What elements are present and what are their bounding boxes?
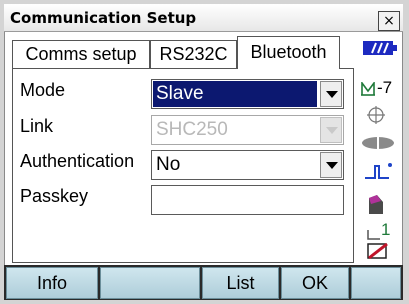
crosshair-icon — [367, 106, 385, 124]
status-sidebar: -7 1 — [357, 36, 401, 263]
prism-icon — [362, 136, 394, 150]
tab-bluetooth[interactable]: Bluetooth — [237, 36, 340, 69]
authentication-dropdown-button[interactable] — [320, 152, 342, 178]
list-softkey[interactable]: List — [202, 267, 279, 299]
memory-value: 1 — [381, 220, 391, 239]
memory-icon — [367, 230, 380, 240]
mode-dropdown-button[interactable] — [320, 81, 342, 107]
blank-softkey-1[interactable] — [100, 267, 200, 299]
info-softkey[interactable]: Info — [6, 267, 98, 299]
tab-strip: Comms setup RS232C Bluetooth — [12, 36, 354, 69]
tilt-icon — [361, 82, 375, 96]
edit-icon — [367, 242, 388, 260]
authentication-value: No — [156, 154, 181, 175]
ok-softkey[interactable]: OK — [281, 267, 349, 299]
link-value: SHC250 — [156, 119, 228, 140]
chevron-down-icon — [326, 162, 338, 169]
title-bar: Communication Setup × — [4, 4, 403, 32]
battery-icon — [363, 41, 397, 55]
softkey-bar: Info List OK — [4, 265, 403, 300]
close-button[interactable]: × — [378, 11, 400, 31]
passkey-label: Passkey — [20, 186, 89, 206]
search-icon — [369, 195, 383, 214]
window-title: Communication Setup — [10, 9, 197, 27]
link-dropdown-button — [320, 117, 342, 143]
tilt-value: -7 — [377, 78, 393, 97]
mode-value: Slave — [153, 81, 317, 107]
link-label: Link — [20, 116, 54, 136]
tab-rs232c[interactable]: RS232C — [150, 40, 237, 68]
authentication-dropdown[interactable]: No — [151, 150, 344, 180]
passkey-input[interactable] — [151, 185, 344, 215]
tab-comms-setup[interactable]: Comms setup — [12, 40, 150, 68]
authentication-label: Authentication — [20, 151, 135, 171]
laser-icon — [365, 163, 392, 179]
chevron-down-icon — [326, 91, 338, 98]
mode-dropdown[interactable]: Slave — [151, 79, 344, 109]
blank-softkey-2[interactable] — [351, 267, 401, 299]
link-dropdown: SHC250 — [151, 115, 344, 145]
chevron-down-icon — [326, 127, 338, 134]
mode-label: Mode — [20, 80, 66, 100]
